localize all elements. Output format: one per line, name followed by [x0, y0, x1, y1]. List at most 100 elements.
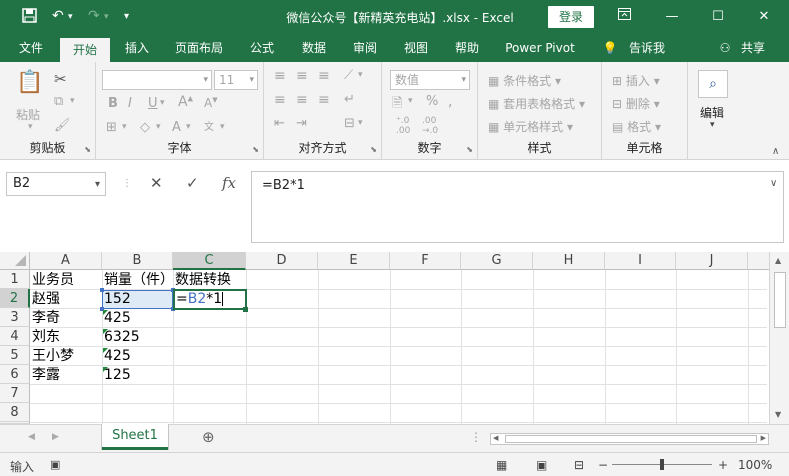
- column-header-i[interactable]: I: [605, 252, 676, 270]
- page-break-view-icon[interactable]: ⊟: [574, 458, 584, 472]
- cell-c1[interactable]: 数据转换: [173, 271, 231, 290]
- currency-icon[interactable]: 🗎: [392, 94, 402, 116]
- customize-toolbar-icon[interactable]: ▾: [124, 11, 129, 22]
- copy-dropdown-icon[interactable]: ▾: [70, 96, 75, 106]
- cell-a2[interactable]: 赵强: [30, 290, 60, 309]
- font-name-combo[interactable]: ▾: [102, 70, 212, 90]
- align-middle-icon[interactable]: ≡: [296, 68, 308, 84]
- cell-a4[interactable]: 刘东: [30, 328, 60, 347]
- next-sheet-icon[interactable]: ▶: [52, 432, 59, 442]
- cell-a3[interactable]: 李奇: [30, 309, 60, 328]
- format-cells-button[interactable]: ▤ 格式 ▾: [612, 118, 661, 135]
- zoom-level[interactable]: 100%: [738, 458, 772, 472]
- scroll-up-icon[interactable]: ▲: [775, 256, 781, 265]
- tab-insert[interactable]: 插入: [116, 34, 158, 62]
- editing-button[interactable]: 编辑: [700, 104, 724, 121]
- row-header-1[interactable]: 1: [0, 270, 30, 289]
- currency-dropdown-icon[interactable]: ▾: [408, 96, 413, 106]
- format-painter-icon[interactable]: 🖌: [54, 118, 71, 133]
- cell-styles-button[interactable]: ▦ 单元格样式 ▾: [488, 118, 573, 135]
- row-header-7[interactable]: 7: [0, 384, 30, 403]
- cut-icon[interactable]: ✂: [54, 70, 67, 88]
- redo-icon[interactable]: ↷: [88, 8, 100, 24]
- align-bottom-icon[interactable]: ≡: [318, 68, 330, 84]
- name-box[interactable]: B2 ▾: [6, 172, 106, 196]
- row-header-5[interactable]: 5: [0, 346, 30, 365]
- alignment-launcher-icon[interactable]: ⬊: [370, 145, 377, 154]
- cell-b2[interactable]: 152: [102, 290, 131, 309]
- font-launcher-icon[interactable]: ⬊: [252, 145, 259, 154]
- number-launcher-icon[interactable]: ⬊: [466, 145, 473, 154]
- sheet-tab-sheet1[interactable]: Sheet1: [102, 424, 168, 450]
- format-as-table-button[interactable]: ▦ 套用表格格式 ▾: [488, 95, 585, 112]
- collapse-ribbon-icon[interactable]: ∧: [772, 146, 779, 157]
- enter-icon[interactable]: ✓: [186, 174, 199, 192]
- close-icon[interactable]: ✕: [752, 6, 776, 28]
- minimize-icon[interactable]: —: [660, 6, 684, 28]
- decrease-indent-icon[interactable]: ⇤: [274, 116, 285, 131]
- tab-data[interactable]: 数据: [292, 34, 336, 62]
- user-icon[interactable]: ⚇: [716, 34, 734, 62]
- column-header-e[interactable]: E: [318, 252, 390, 270]
- merge-center-icon[interactable]: ⊟: [344, 116, 355, 131]
- scroll-right-icon[interactable]: ▶: [761, 434, 766, 442]
- vertical-scrollbar[interactable]: ▲ ▼: [769, 252, 789, 424]
- tab-file[interactable]: 文件: [10, 34, 52, 62]
- horizontal-scrollbar[interactable]: ◀ ▶: [490, 433, 769, 445]
- column-header-f[interactable]: F: [390, 252, 461, 270]
- paste-button[interactable]: 粘贴: [16, 106, 40, 123]
- expand-formula-icon[interactable]: ∨: [770, 178, 777, 189]
- phonetic-icon[interactable]: 文: [204, 118, 214, 133]
- tab-page-layout[interactable]: 页面布局: [166, 34, 232, 62]
- macro-record-icon[interactable]: ▣: [50, 458, 60, 471]
- cell-a1[interactable]: 业务员: [30, 271, 74, 290]
- fill-dropdown-icon[interactable]: ▾: [156, 122, 161, 132]
- tab-home[interactable]: 开始: [60, 38, 110, 62]
- merge-dropdown-icon[interactable]: ▾: [358, 118, 363, 128]
- increase-font-icon[interactable]: A▲: [178, 94, 193, 110]
- bold-button[interactable]: B: [108, 96, 118, 111]
- undo-icon[interactable]: ↶: [52, 8, 64, 24]
- page-layout-view-icon[interactable]: ▣: [536, 458, 547, 472]
- orientation-icon[interactable]: ⟋: [344, 68, 353, 83]
- decrease-decimal-icon[interactable]: .00 →.0: [422, 116, 438, 136]
- formula-input[interactable]: =B2*1: [251, 171, 784, 243]
- login-button[interactable]: 登录: [548, 6, 594, 28]
- scroll-down-icon[interactable]: ▼: [775, 410, 781, 419]
- percent-icon[interactable]: %: [426, 94, 438, 109]
- vertical-scroll-thumb[interactable]: [774, 272, 786, 328]
- scroll-left-icon[interactable]: ◀: [493, 434, 498, 442]
- select-all-corner[interactable]: [0, 252, 30, 270]
- row-header-8[interactable]: 8: [0, 403, 30, 422]
- column-header-j[interactable]: J: [676, 252, 748, 270]
- insert-function-icon[interactable]: fx: [222, 174, 236, 192]
- italic-button[interactable]: I: [128, 96, 132, 111]
- font-color-icon[interactable]: A: [172, 120, 181, 135]
- copy-icon[interactable]: ⧉: [54, 94, 63, 109]
- paste-icon[interactable]: 📋: [16, 70, 43, 95]
- editing-dropdown-icon[interactable]: ▾: [710, 120, 715, 130]
- cell-a5[interactable]: 王小梦: [30, 347, 74, 366]
- decrease-font-icon[interactable]: A▼: [204, 96, 218, 110]
- align-left-icon[interactable]: ≡: [274, 92, 286, 108]
- fill-handle[interactable]: [243, 307, 248, 312]
- row-header-6[interactable]: 6: [0, 365, 30, 384]
- clipboard-launcher-icon[interactable]: ⬊: [84, 145, 91, 154]
- underline-dropdown-icon[interactable]: ▾: [160, 98, 165, 108]
- underline-button[interactable]: U: [148, 96, 158, 111]
- phonetic-dropdown-icon[interactable]: ▾: [220, 122, 225, 132]
- tab-formulas[interactable]: 公式: [240, 34, 284, 62]
- font-size-combo[interactable]: 11 ▾: [214, 70, 258, 90]
- wrap-text-icon[interactable]: ↵: [344, 92, 355, 107]
- align-center-icon[interactable]: ≡: [296, 92, 308, 108]
- align-top-icon[interactable]: ≡: [274, 68, 286, 84]
- ribbon-display-icon[interactable]: [612, 6, 636, 28]
- row-header-4[interactable]: 4: [0, 327, 30, 346]
- row-header-2[interactable]: 2: [0, 289, 30, 308]
- tab-power-pivot[interactable]: Power Pivot: [498, 34, 582, 62]
- row-header-3[interactable]: 3: [0, 308, 30, 327]
- tab-view[interactable]: 视图: [394, 34, 438, 62]
- undo-dropdown-icon[interactable]: ▾: [68, 12, 73, 22]
- zoom-slider-knob[interactable]: [660, 459, 664, 470]
- cell-b1[interactable]: 销量（件）: [102, 271, 174, 290]
